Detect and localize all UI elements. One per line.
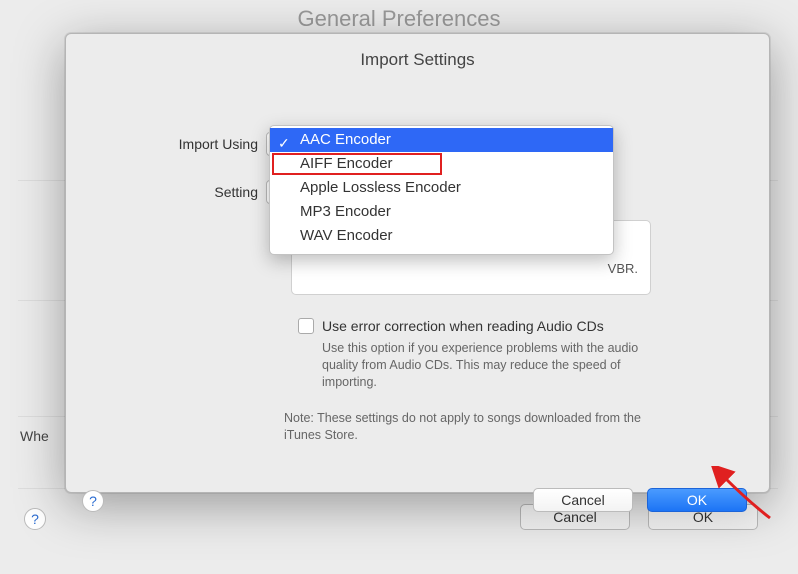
dropdown-item-wav[interactable]: WAV Encoder	[270, 224, 613, 248]
error-correction-checkbox[interactable]	[298, 318, 314, 334]
cancel-button[interactable]: Cancel	[533, 488, 633, 512]
dropdown-item-lossless[interactable]: Apple Lossless Encoder	[270, 176, 613, 200]
dropdown-item-label: AAC Encoder	[300, 131, 391, 148]
detail-vbr-text: VBR.	[608, 261, 638, 276]
dropdown-item-aiff[interactable]: AIFF Encoder	[270, 152, 613, 176]
import-settings-dialog: Import Settings Import Using Setting ✓ A…	[65, 33, 770, 493]
ok-button[interactable]: OK	[647, 488, 747, 512]
modal-title: Import Settings	[66, 34, 769, 70]
dropdown-item-mp3[interactable]: MP3 Encoder	[270, 200, 613, 224]
dropdown-item-label: WAV Encoder	[300, 227, 393, 244]
error-correction-desc: Use this option if you experience proble…	[322, 340, 667, 391]
bg-title: General Preferences	[0, 0, 798, 32]
dropdown-item-label: Apple Lossless Encoder	[300, 179, 461, 196]
dropdown-item-aac[interactable]: ✓ AAC Encoder	[270, 128, 613, 152]
import-using-label: Import Using	[66, 136, 266, 152]
setting-label: Setting	[66, 184, 266, 200]
bg-truncated-label: Whe	[20, 428, 49, 444]
bg-help-button[interactable]: ?	[24, 508, 46, 530]
error-correction-label: Use error correction when reading Audio …	[322, 318, 604, 334]
modal-button-row: Cancel OK	[533, 488, 747, 512]
itunes-note: Note: These settings do not apply to son…	[284, 410, 664, 444]
encoder-dropdown: ✓ AAC Encoder AIFF Encoder Apple Lossles…	[269, 125, 614, 255]
dropdown-item-label: MP3 Encoder	[300, 203, 391, 220]
modal-help-button[interactable]: ?	[82, 490, 104, 512]
dropdown-item-label: AIFF Encoder	[300, 155, 393, 172]
error-correction-row: Use error correction when reading Audio …	[298, 318, 604, 334]
